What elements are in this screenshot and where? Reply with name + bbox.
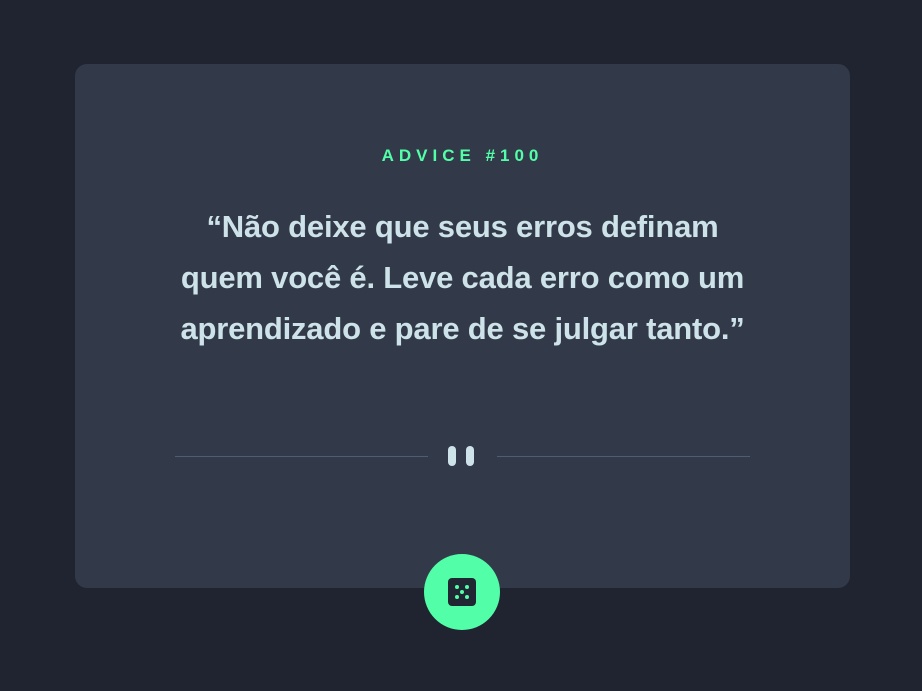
divider-line-right [497,456,750,457]
new-advice-button[interactable] [424,554,500,630]
advice-quote: “Não deixe que seus erros definam quem v… [180,209,745,346]
dice-icon [448,578,476,606]
divider-line-left [175,456,428,457]
pattern-divider [175,446,750,470]
advice-card: ADVICE #100 “Não deixe que seus erros de… [75,64,850,588]
advice-id-label: ADVICE #100 [381,146,544,165]
pause-icon [448,446,476,468]
